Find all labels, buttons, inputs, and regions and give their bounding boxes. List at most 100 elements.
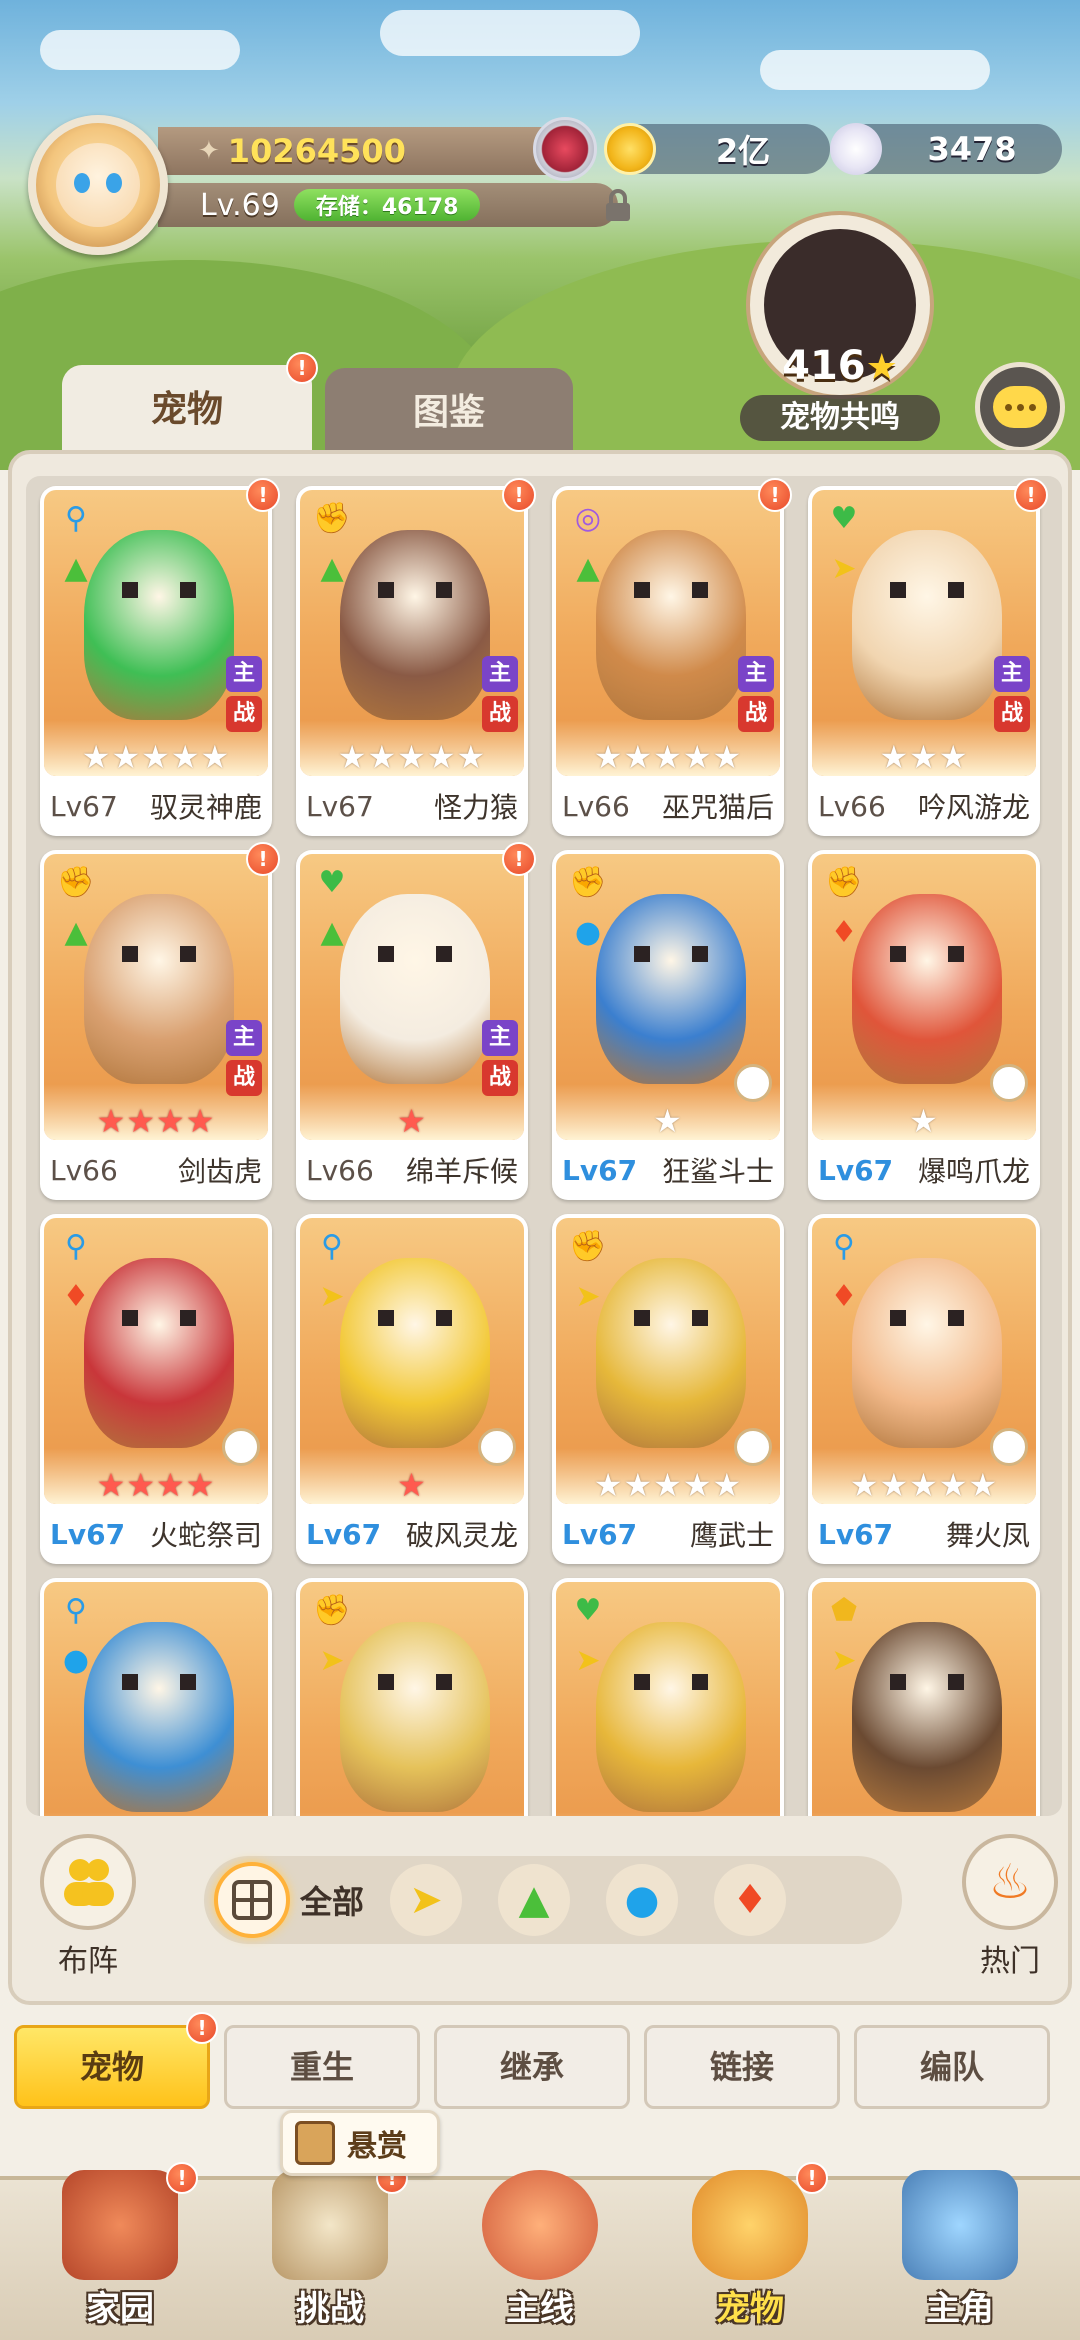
pet-card[interactable]: ✊ ♦ ★ Lv67 爆鸣爪龙	[808, 850, 1040, 1200]
filter-fire-icon[interactable]: ♦	[714, 1864, 787, 1936]
swirl-icon: ◎	[574, 500, 602, 536]
wind-element-icon: ➤	[319, 1278, 345, 1314]
pet-name-row: Lv66 绵羊斥候	[296, 1144, 528, 1196]
shell-currency[interactable]: 3478	[830, 123, 1062, 175]
key-icon: ⚲	[65, 500, 87, 536]
subnav-pets[interactable]: 宠物	[14, 2025, 210, 2109]
star-rating: ★★★★★	[556, 1466, 780, 1504]
pet-card[interactable]: ✊ ➤ ★★★★★ Lv67 鹰武士	[552, 1214, 784, 1564]
pet-card[interactable]: ⚲ ♦ ★★★★★ Lv67 舞火凤	[808, 1214, 1040, 1564]
pet-portrait: ⬟ ➤	[812, 1582, 1036, 1816]
pet-level: Lv67	[50, 789, 118, 823]
pet-level: Lv67	[818, 1153, 894, 1187]
star-icon: ★	[879, 738, 910, 776]
pet-name-row: Lv66 吟风游龙	[808, 780, 1040, 832]
pet-card[interactable]: ◎ ▲ 主战 ★★★★★ Lv66 巫咒猫后	[552, 486, 784, 836]
pet-grid[interactable]: ⚲ ▲ 主战 ★★★★★ Lv67 驭灵神鹿! ✊ ▲ 主战 ★★★★★ Lv67 怪力猿! ◎ ▲ 主战 ★…	[26, 476, 1062, 1816]
pet-creature-icon	[852, 894, 1002, 1084]
pet-card[interactable]: ♥ ▲ 主战 ★ Lv66 绵羊斥候	[296, 850, 528, 1200]
filter-all-label[interactable]: 全部	[300, 1877, 364, 1923]
pet-name: 破风灵龙	[405, 1519, 518, 1552]
star-icon: ★	[682, 738, 713, 776]
pet-portrait: ♥ ➤	[556, 1582, 780, 1816]
element-filter: 全部 ➤ ▲ ● ♦	[204, 1856, 902, 1944]
chat-button[interactable]	[975, 362, 1065, 452]
lock-icon[interactable]	[600, 188, 636, 224]
filter-wind-icon[interactable]: ➤	[390, 1864, 463, 1936]
pet-card[interactable]: ♥ ➤ 主战 ★★★ Lv66 吟风游龙	[808, 486, 1040, 836]
star-icon: ★	[865, 347, 898, 388]
filter-water-icon[interactable]: ●	[606, 1864, 679, 1936]
star-icon: ★	[653, 1466, 683, 1504]
star-icon: ★	[938, 738, 969, 776]
pet-name-row: Lv67 火蛇祭司	[40, 1508, 272, 1560]
rank-badge-icon[interactable]	[533, 117, 597, 181]
avatar[interactable]	[28, 115, 168, 255]
filter-all-grid-icon[interactable]	[214, 1862, 290, 1938]
bounty-button[interactable]: 悬赏	[280, 2110, 440, 2176]
pet-card[interactable]: ✊ ▲ 主战 ★★★★★ Lv67 怪力猿	[296, 486, 528, 836]
tab-dex[interactable]: 图鉴	[325, 368, 573, 454]
wind-element-icon: ➤	[319, 1642, 345, 1678]
pet-card[interactable]: ⚲ ▲ 主战 ★★★★★ Lv67 驭灵神鹿	[40, 486, 272, 836]
sub-navigation: 宠物 重生 继承 链接 编队	[14, 2025, 1066, 2113]
pet-name: 剑齿虎	[177, 1155, 262, 1188]
gold-value: 2亿	[715, 132, 771, 170]
pet-resonance-button[interactable]: 416★ 宠物共鸣	[730, 215, 950, 445]
star-rating: ★★★★★	[556, 738, 780, 776]
pet-creature-icon	[852, 1622, 1002, 1812]
star-icon: ★	[909, 1466, 939, 1504]
team-badge-icon	[734, 1064, 772, 1102]
star-icon: ★	[397, 738, 427, 776]
pet-portrait: ⚲ ➤ ★	[300, 1218, 524, 1504]
star-rating: ★★★★★	[812, 1466, 1036, 1504]
bounty-label: 悬赏	[347, 2129, 407, 2164]
pet-name: 绵羊斥候	[405, 1155, 518, 1188]
star-rating: ★★★★★	[44, 738, 268, 776]
pet-card[interactable]: ⚲ ♦ ★★★★ Lv67 火蛇祭司	[40, 1214, 272, 1564]
pet-card[interactable]: ♥ ➤	[552, 1578, 784, 1816]
main-tag: 主	[738, 656, 774, 692]
gold-currency[interactable]: 2亿	[604, 123, 830, 175]
pet-portrait: ✊ ▲ 主战 ★★★★★	[300, 490, 524, 776]
star-rating: ★★★★★	[300, 738, 524, 776]
hot-button[interactable]: ♨ 热门	[960, 1834, 1060, 1984]
bottom-tab-challenge[interactable]: 挑战	[230, 2170, 430, 2340]
bottom-tab-home[interactable]: 家园	[20, 2170, 220, 2340]
pet-name-row: Lv67 驭灵神鹿	[40, 780, 272, 832]
star-icon: ★	[367, 738, 398, 776]
bottom-tab-hero[interactable]: 主角	[860, 2170, 1060, 2340]
pet-creature-icon	[84, 894, 234, 1084]
subnav-rebirth[interactable]: 重生	[224, 2025, 420, 2109]
subnav-team[interactable]: 编队	[854, 2025, 1050, 2109]
pet-card[interactable]: ⚲ ➤ ★ Lv67 破风灵龙	[296, 1214, 528, 1564]
battle-tag: 战	[226, 1060, 262, 1096]
pet-level: Lv66	[818, 789, 886, 823]
flame-icon: ♨	[962, 1834, 1058, 1930]
earth-element-icon: ▲	[320, 914, 344, 950]
hot-label: 热门	[980, 1944, 1040, 1979]
pet-creature-icon	[596, 1258, 746, 1448]
heart-icon: ♥	[830, 500, 858, 536]
star-rating: ★	[812, 1102, 1036, 1140]
star-icon: ★	[185, 1466, 216, 1504]
pet-name: 吟风游龙	[917, 791, 1030, 824]
pet-creature-icon	[852, 530, 1002, 720]
pet-card[interactable]: ⚲ ●	[40, 1578, 272, 1816]
pet-portrait: ⚲ ●	[44, 1582, 268, 1816]
filter-earth-icon[interactable]: ▲	[498, 1864, 571, 1936]
subnav-link[interactable]: 链接	[644, 2025, 840, 2109]
subnav-pets-alert-icon: !	[186, 2012, 218, 2044]
pet-card[interactable]: ✊ ➤	[296, 1578, 528, 1816]
pet-card[interactable]: ✊ ● ★ Lv67 狂鲨斗士	[552, 850, 784, 1200]
bottom-tab-pets[interactable]: 宠物	[650, 2170, 850, 2340]
storage-pill[interactable]: 存储：46178	[293, 189, 481, 221]
formation-button[interactable]: 布阵	[38, 1834, 138, 1984]
subnav-inherit[interactable]: 继承	[434, 2025, 630, 2109]
star-icon: ★	[623, 738, 654, 776]
pet-card[interactable]: ⬟ ➤	[808, 1578, 1040, 1816]
star-icon: ★	[156, 1466, 186, 1504]
pet-card[interactable]: ✊ ▲ 主战 ★★★★ Lv66 剑齿虎	[40, 850, 272, 1200]
bottom-tab-main-quest[interactable]: 主线	[440, 2170, 640, 2340]
tab-pets[interactable]: 宠物	[62, 365, 312, 455]
